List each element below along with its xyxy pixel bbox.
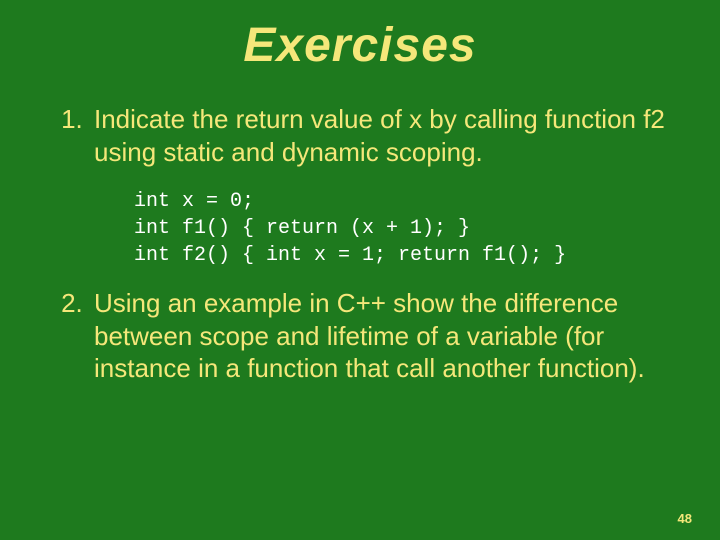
exercise-list: Indicate the return value of x by callin… [38,103,682,385]
exercise-text: Using an example in C++ show the differe… [94,288,645,383]
page-number: 48 [678,511,692,526]
list-item: Using an example in C++ show the differe… [90,287,682,385]
slide-container: Exercises Indicate the return value of x… [0,0,720,417]
exercise-text: Indicate the return value of x by callin… [94,104,665,167]
slide-title: Exercises [38,18,682,73]
list-item: Indicate the return value of x by callin… [90,103,682,269]
code-block: int x = 0; int f1() { return (x + 1); } … [134,188,682,269]
